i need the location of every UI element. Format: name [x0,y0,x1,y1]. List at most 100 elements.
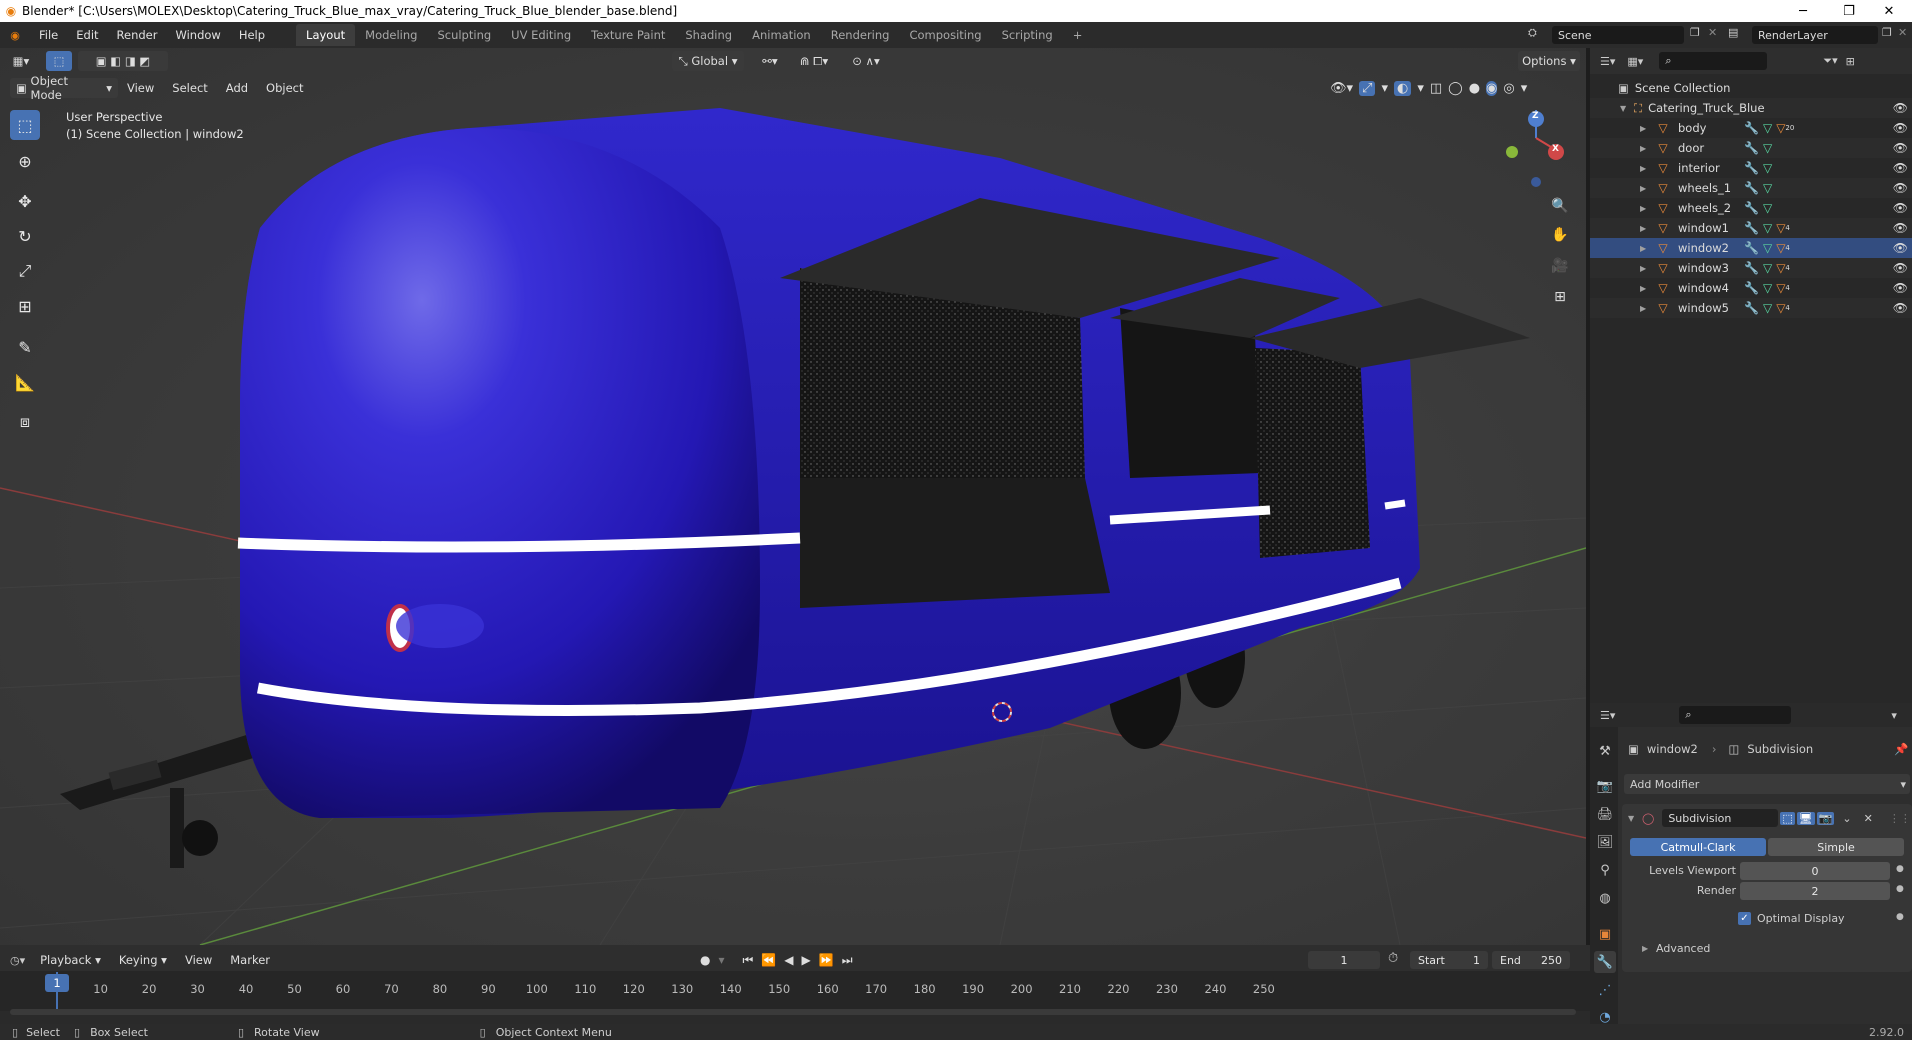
render-properties-tab-icon[interactable]: 📷 [1594,775,1616,797]
visibility-eye-icon[interactable]: 👁 [1893,241,1908,255]
tab-rendering[interactable]: Rendering [821,24,900,46]
outliner-collection-row[interactable]: ▼ ⛶ Catering_Truck_Blue 👁 [1590,98,1912,118]
expand-arrow-icon[interactable]: ▶ [1640,204,1650,213]
3d-viewport[interactable] [0,48,1586,945]
render-toggle-icon[interactable]: 📷 [1816,811,1835,825]
material-icon[interactable]: ▽ [1776,121,1785,135]
jump-keyframe-back-icon[interactable]: ⏪ [761,953,776,967]
visibility-eye-icon[interactable]: 👁 [1893,181,1908,195]
tool-rotate-icon[interactable]: ↻ [10,221,40,251]
ortho-toggle-icon[interactable]: ⊞ [1548,285,1572,309]
timeline-menu-marker[interactable]: Marker [221,953,279,967]
expand-arrow-icon[interactable]: ▶ [1640,144,1650,153]
overlay-toggle-icon[interactable]: ◐ [1393,80,1412,96]
outliner-object-row[interactable]: ▶ ▽ wheels_2 🔧 ▽ 👁 [1590,198,1912,218]
timeline-menu-view[interactable]: View [176,953,221,967]
expand-arrow-icon[interactable]: ▼ [1620,104,1630,113]
remove-modifier-icon[interactable]: ✕ [1864,812,1873,825]
end-frame-field[interactable]: End 250 [1492,951,1570,969]
timeline-scrollbar[interactable] [10,1009,1576,1015]
optimal-display-checkbox[interactable]: ✓ Optimal Display [1738,910,1845,926]
expand-arrow-icon[interactable]: ▶ [1640,304,1650,313]
visibility-eye-icon[interactable]: 👁 [1893,221,1908,235]
close-window-button[interactable]: ✕ [1866,0,1912,22]
pan-view-icon[interactable]: ✋ [1548,223,1572,247]
start-frame-field[interactable]: Start 1 [1410,951,1488,969]
tool-move-icon[interactable]: ✥ [10,186,40,216]
modifier-menu-icon[interactable]: ⌄ [1842,812,1851,825]
properties-search-input[interactable]: ⌕ [1679,706,1792,724]
properties-editor-icon[interactable]: ☰▾ [1600,709,1615,722]
new-scene-icon[interactable]: ❐ [1690,26,1700,39]
new-renderlayer-icon[interactable]: ❐ [1882,26,1892,39]
visibility-eye-icon[interactable]: 👁 [1893,121,1908,135]
jump-end-icon[interactable]: ⏭ [842,953,853,968]
advanced-subpanel-toggle[interactable]: ▶ Advanced [1642,940,1710,956]
camera-view-icon[interactable]: 🎥 [1548,254,1572,278]
material-icon[interactable]: ▽ [1776,261,1785,275]
delete-renderlayer-icon[interactable]: ✕ [1898,26,1907,39]
menu-window[interactable]: Window [166,28,229,42]
modifier-wrench-icon[interactable]: 🔧 [1744,141,1759,155]
tab-compositing[interactable]: Compositing [899,24,991,46]
solid-shading-icon[interactable]: ● [1469,81,1480,96]
expand-arrow-icon[interactable]: ▶ [1640,224,1650,233]
play-icon[interactable]: ▶ [802,953,811,967]
tab-layout[interactable]: Layout [296,24,356,46]
menu-file[interactable]: File [30,28,67,42]
filter-icon[interactable]: ⏷▾ [1823,54,1837,68]
outliner-scene-collection[interactable]: ▣ Scene Collection [1590,78,1912,98]
mesh-data-icon[interactable]: ▽ [1763,301,1772,315]
expand-arrow-icon[interactable]: ▶ [1640,264,1650,273]
outliner-object-row[interactable]: ▶ ▽ interior 🔧 ▽ 👁 [1590,158,1912,178]
mesh-data-icon[interactable]: ▽ [1763,261,1772,275]
visibility-eye-icon[interactable]: 👁 [1893,201,1908,215]
output-properties-tab-icon[interactable]: 🖨 [1594,803,1616,825]
scene-properties-tab-icon[interactable]: ⚲ [1594,859,1616,881]
delete-scene-icon[interactable]: ✕ [1708,26,1717,39]
mesh-data-icon[interactable]: ▽ [1763,161,1772,175]
viewport-menu-object[interactable]: Object [257,81,312,95]
expand-arrow-icon[interactable]: ▶ [1640,164,1650,173]
tool-measure-icon[interactable]: 📐 [10,367,40,397]
properties-options-icon[interactable]: ▾ [1891,709,1897,722]
simple-button[interactable]: Simple [1768,838,1904,856]
tool-add-cube-icon[interactable]: ⧈ [10,407,40,437]
selection-mode-buttons[interactable]: ▣ ◧ ◨ ◩ [78,51,168,71]
material-shading-icon[interactable]: ◉ [1486,80,1498,96]
pin-icon[interactable]: 📌 [1894,742,1908,756]
viewport-menu-select[interactable]: Select [163,81,216,95]
timeline-menu-playback[interactable]: Playback ▾ [31,953,110,967]
zoom-view-icon[interactable]: 🔍 [1548,194,1572,218]
tab-texture-paint[interactable]: Texture Paint [581,24,675,46]
visibility-eye-icon[interactable]: 👁 [1893,141,1908,155]
modifier-name-field[interactable]: Subdivision [1662,809,1779,827]
modifier-wrench-icon[interactable]: 🔧 [1744,181,1759,195]
tool-properties-tab-icon[interactable]: ⚒ [1594,740,1616,762]
timeline-editor-icon[interactable]: ◷▾ [10,954,25,967]
modifier-wrench-icon[interactable]: 🔧 [1744,261,1759,275]
tab-animation[interactable]: Animation [742,24,821,46]
object-properties-tab-icon[interactable]: ▣ [1594,923,1616,945]
tool-cursor-icon[interactable]: ⊕ [10,146,40,176]
preview-range-clock-icon[interactable]: ⏱ [1388,951,1398,966]
particles-tab-icon[interactable]: ⋰ [1594,979,1616,1001]
modifier-wrench-icon[interactable]: 🔧 [1744,121,1759,135]
material-icon[interactable]: ▽ [1776,241,1785,255]
edit-mode-toggle-icon[interactable]: ⬚ [1780,811,1795,825]
scene-selector[interactable]: Scene [1552,26,1684,44]
outliner-object-row[interactable]: ▶ ▽ window1 🔧 ▽ ▽ 4 👁 [1590,218,1912,238]
tab-sculpting[interactable]: Sculpting [427,24,501,46]
outliner-object-row[interactable]: ▶ ▽ window5 🔧 ▽ ▽ 4 👁 [1590,298,1912,318]
keyframe-dot-icon[interactable]: ● [1896,912,1904,922]
material-icon[interactable]: ▽ [1776,281,1785,295]
tool-annotate-icon[interactable]: ✎ [10,332,40,362]
mesh-data-icon[interactable]: ▽ [1763,281,1772,295]
tab-uv-editing[interactable]: UV Editing [501,24,581,46]
play-reverse-icon[interactable]: ◀ [784,953,793,967]
tab-scripting[interactable]: Scripting [992,24,1063,46]
viewport-menu-add[interactable]: Add [217,81,257,95]
wireframe-shading-icon[interactable]: ◯ [1448,81,1463,96]
select-tool-icon[interactable]: ⬚ [46,51,72,71]
mesh-data-icon[interactable]: ▽ [1763,241,1772,255]
